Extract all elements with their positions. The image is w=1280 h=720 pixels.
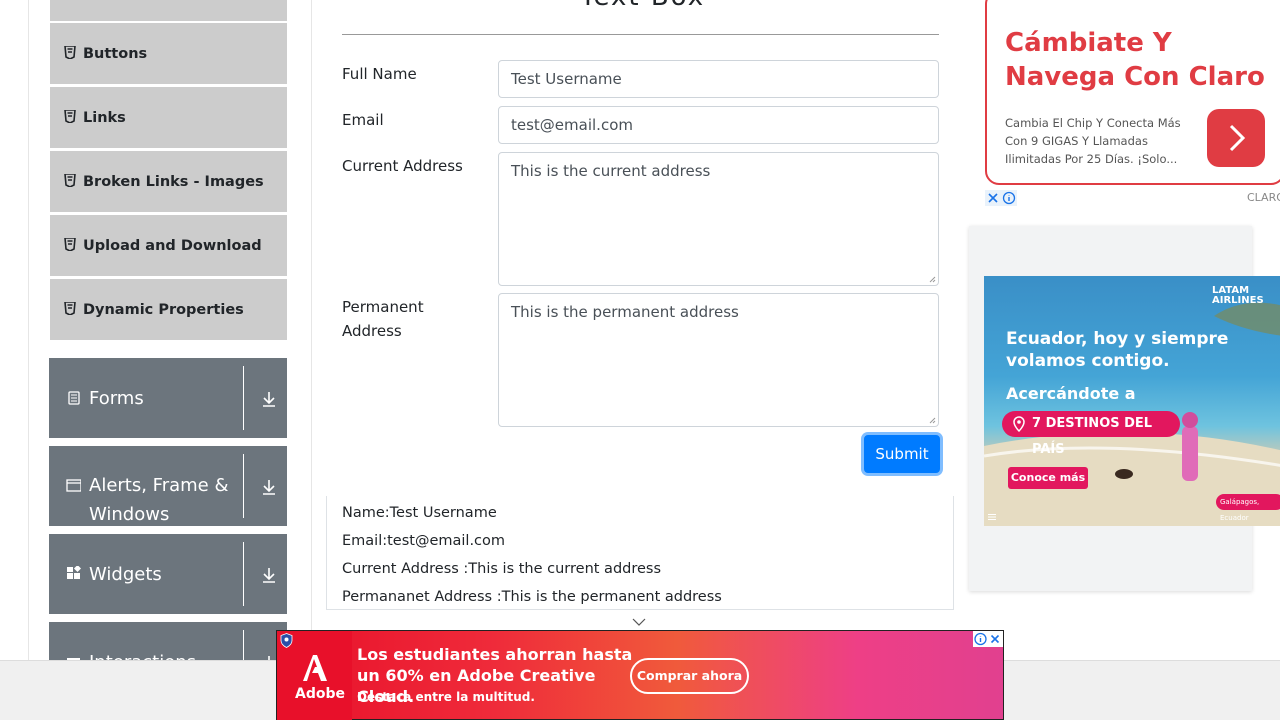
page-heading: Text Box bbox=[580, 0, 705, 12]
sidebar-item-buttons[interactable]: Buttons bbox=[50, 23, 287, 85]
full-name-label: Full Name bbox=[342, 65, 417, 83]
sidebar-group-label: Alerts, Frame & Windows bbox=[89, 475, 229, 525]
html5-icon bbox=[64, 110, 76, 123]
output-current-address: Current Address :This is the current add… bbox=[342, 561, 662, 577]
sidebar-item-label: Dynamic Properties bbox=[83, 301, 244, 318]
latam-headline: Ecuador, hoy y siempre volamos contigo. bbox=[1006, 329, 1229, 371]
resize-handle-icon[interactable] bbox=[929, 417, 936, 424]
output-panel: Name:Test Username Email:test@email.com … bbox=[326, 496, 954, 610]
sidebar-group-alerts[interactable]: Alerts, Frame & Windows bbox=[49, 446, 287, 526]
email-input[interactable]: test@email.com bbox=[498, 106, 939, 144]
adobe-cta-button[interactable]: Comprar ahora bbox=[630, 658, 749, 694]
sidebar-item-label: Buttons bbox=[83, 45, 148, 62]
output-email: Email:test@email.com bbox=[342, 533, 506, 549]
permanent-address-value: This is the permanent address bbox=[511, 303, 739, 321]
form-icon bbox=[68, 391, 80, 405]
location-pin-icon bbox=[1013, 416, 1025, 432]
output-name: Name:Test Username bbox=[342, 505, 497, 521]
html5-icon bbox=[64, 174, 76, 187]
sidebar-item-label: Links bbox=[83, 109, 126, 126]
divider bbox=[243, 542, 244, 606]
html5-icon bbox=[64, 302, 76, 315]
claro-ad-arrow-button[interactable] bbox=[1207, 109, 1265, 167]
shield-icon bbox=[280, 633, 293, 648]
sidebar-group-widgets[interactable]: Widgets bbox=[49, 534, 287, 614]
claro-ad[interactable]: Cámbiate Y Navega Con Claro Cambia El Ch… bbox=[985, 0, 1280, 185]
resize-handle-icon[interactable] bbox=[929, 276, 936, 283]
divider bbox=[243, 366, 244, 430]
divider bbox=[243, 454, 244, 518]
email-label: Email bbox=[342, 111, 384, 129]
sidebar-group-label: Widgets bbox=[89, 564, 162, 585]
latam-destinations-pill: 7 DESTINOS DEL PAÍS bbox=[1002, 411, 1180, 457]
heading-rule bbox=[342, 34, 939, 35]
adobe-banner-ad[interactable]: Adobe Los estudiantes ahorran hasta un 6… bbox=[276, 630, 1004, 720]
sidebar-separator bbox=[311, 0, 312, 660]
output-permanent-address: Permananet Address :This is the permanen… bbox=[342, 589, 722, 605]
latam-cta-button[interactable]: Conoce más bbox=[1008, 467, 1088, 489]
ad-close-icon[interactable] bbox=[973, 631, 1003, 647]
sidebar-group-forms[interactable]: Forms bbox=[49, 358, 287, 438]
adobe-logo-text: Adobe bbox=[295, 686, 345, 702]
current-address-textarea[interactable]: This is the current address bbox=[498, 152, 939, 286]
submit-button[interactable]: Submit bbox=[864, 435, 940, 473]
current-address-value: This is the current address bbox=[511, 162, 711, 180]
sidebar-item-label: Upload and Download bbox=[83, 237, 262, 254]
sidebar-item-upload-download[interactable]: Upload and Download bbox=[50, 215, 287, 277]
latam-ad[interactable]: LATAM AIRLINES Ecuador, hoy y siempre vo… bbox=[984, 276, 1280, 526]
sidebar-item-dynamic-properties[interactable]: Dynamic Properties bbox=[50, 279, 287, 341]
left-rail bbox=[28, 0, 29, 660]
html5-icon bbox=[64, 238, 76, 251]
full-name-input[interactable]: Test Username bbox=[498, 60, 939, 98]
claro-ad-body: Cambia El Chip Y Conecta Más Con 9 GIGAS… bbox=[1005, 116, 1181, 166]
html5-icon bbox=[64, 46, 76, 59]
sidebar-group-label: Forms bbox=[89, 388, 144, 409]
sidebar-item-links[interactable]: Links bbox=[50, 87, 287, 149]
ad-advertiser-label: CLARO bbox=[1247, 191, 1280, 204]
latam-place-tag: Galápagos, Ecuador bbox=[1216, 494, 1280, 522]
adchoices-icon[interactable] bbox=[985, 190, 1017, 206]
chevron-right-icon bbox=[1229, 124, 1246, 152]
window-icon bbox=[66, 479, 81, 492]
download-arrow-icon[interactable] bbox=[260, 478, 278, 496]
latam-brand: LATAM AIRLINES bbox=[1212, 285, 1264, 306]
current-address-label: Current Address bbox=[342, 157, 463, 175]
page: Buttons Links Broken Links - Images Uplo… bbox=[0, 0, 1280, 720]
widgets-icon bbox=[67, 566, 81, 579]
download-arrow-icon[interactable] bbox=[260, 566, 278, 584]
latam-subhead: Acercándote a bbox=[1006, 384, 1136, 403]
download-arrow-icon[interactable] bbox=[260, 390, 278, 408]
sidebar-item-broken-links[interactable]: Broken Links - Images bbox=[50, 151, 287, 213]
permanent-address-textarea[interactable]: This is the permanent address bbox=[498, 293, 939, 427]
chevron-down-icon[interactable] bbox=[632, 617, 646, 627]
sidebar-item-label: Broken Links - Images bbox=[83, 173, 264, 190]
claro-ad-headline: Cámbiate Y Navega Con Claro bbox=[1005, 28, 1265, 92]
adobe-tagline: Destaca entre la multitud. bbox=[357, 690, 535, 704]
menu-icon[interactable] bbox=[988, 514, 996, 520]
permanent-address-label: Permanent Address bbox=[342, 298, 424, 340]
sidebar-item-previous[interactable] bbox=[50, 0, 287, 22]
